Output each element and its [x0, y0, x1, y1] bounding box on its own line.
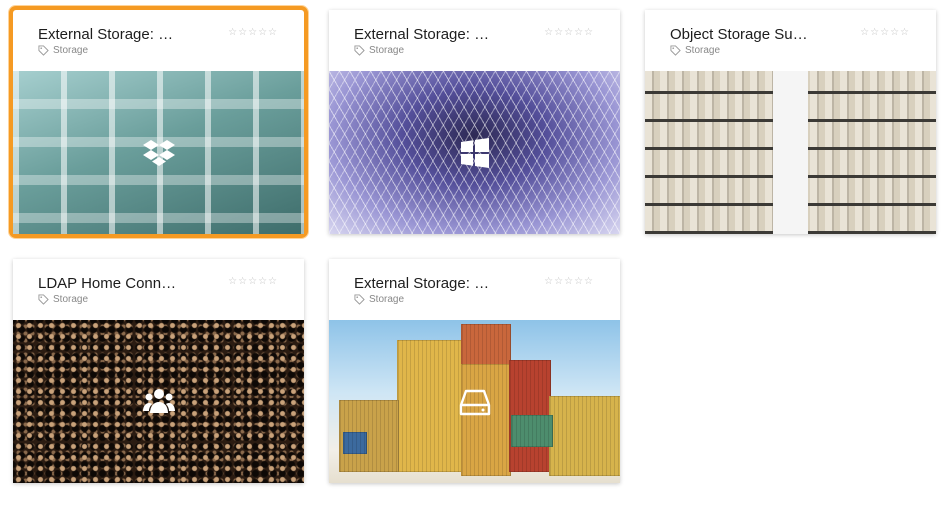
card-header: External Storage: … ☆☆☆☆☆ Storage: [13, 10, 304, 71]
card-title: External Storage: …: [354, 275, 490, 292]
category-tag[interactable]: Storage: [38, 45, 88, 56]
card-image: [13, 320, 304, 483]
app-card-external-storage-drive[interactable]: External Storage: … ☆☆☆☆☆ Storage: [329, 259, 620, 483]
app-card-ldap-home-connector[interactable]: LDAP Home Conn… ☆☆☆☆☆ Storage: [13, 259, 304, 483]
app-card-external-storage-dropbox[interactable]: External Storage: … ☆☆☆☆☆ Storage: [13, 10, 304, 234]
tag-icon: [38, 294, 49, 305]
rating-stars: ☆☆☆☆☆: [544, 276, 594, 287]
rating-stars: ☆☆☆☆☆: [544, 27, 594, 38]
app-card-external-storage-windows[interactable]: External Storage: … ☆☆☆☆☆ Storage: [329, 10, 620, 234]
category-tag[interactable]: Storage: [354, 294, 404, 305]
tag-label: Storage: [369, 45, 405, 56]
card-title: LDAP Home Conn…: [38, 275, 177, 292]
card-header: Object Storage Su… ☆☆☆☆☆ Storage: [645, 10, 936, 71]
category-tag[interactable]: Storage: [354, 45, 404, 56]
card-image: [13, 71, 304, 234]
category-tag[interactable]: Storage: [38, 294, 88, 305]
rating-stars: ☆☆☆☆☆: [228, 27, 278, 38]
users-icon: [142, 388, 175, 413]
card-title: Object Storage Su…: [670, 26, 808, 43]
tag-icon: [354, 45, 365, 56]
tag-label: Storage: [53, 45, 89, 56]
tag-icon: [38, 45, 49, 56]
tag-label: Storage: [53, 294, 89, 305]
card-title: External Storage: …: [354, 26, 490, 43]
rating-stars: ☆☆☆☆☆: [228, 276, 278, 287]
app-card-object-storage[interactable]: Object Storage Su… ☆☆☆☆☆ Storage: [645, 10, 936, 234]
tag-label: Storage: [685, 45, 721, 56]
windows-icon: [460, 137, 489, 168]
card-image: [329, 320, 620, 483]
card-header: External Storage: … ☆☆☆☆☆ Storage: [329, 259, 620, 320]
tag-icon: [670, 45, 681, 56]
tag-label: Storage: [369, 294, 405, 305]
tag-icon: [354, 294, 365, 305]
card-header: External Storage: … ☆☆☆☆☆ Storage: [329, 10, 620, 71]
category-tag[interactable]: Storage: [670, 45, 720, 56]
drive-icon: [459, 389, 490, 415]
card-header: LDAP Home Conn… ☆☆☆☆☆ Storage: [13, 259, 304, 320]
card-image: [329, 71, 620, 234]
card-title: External Storage: …: [38, 26, 174, 43]
card-image: [645, 71, 936, 234]
dropbox-icon: [142, 139, 175, 166]
rating-stars: ☆☆☆☆☆: [860, 27, 910, 38]
